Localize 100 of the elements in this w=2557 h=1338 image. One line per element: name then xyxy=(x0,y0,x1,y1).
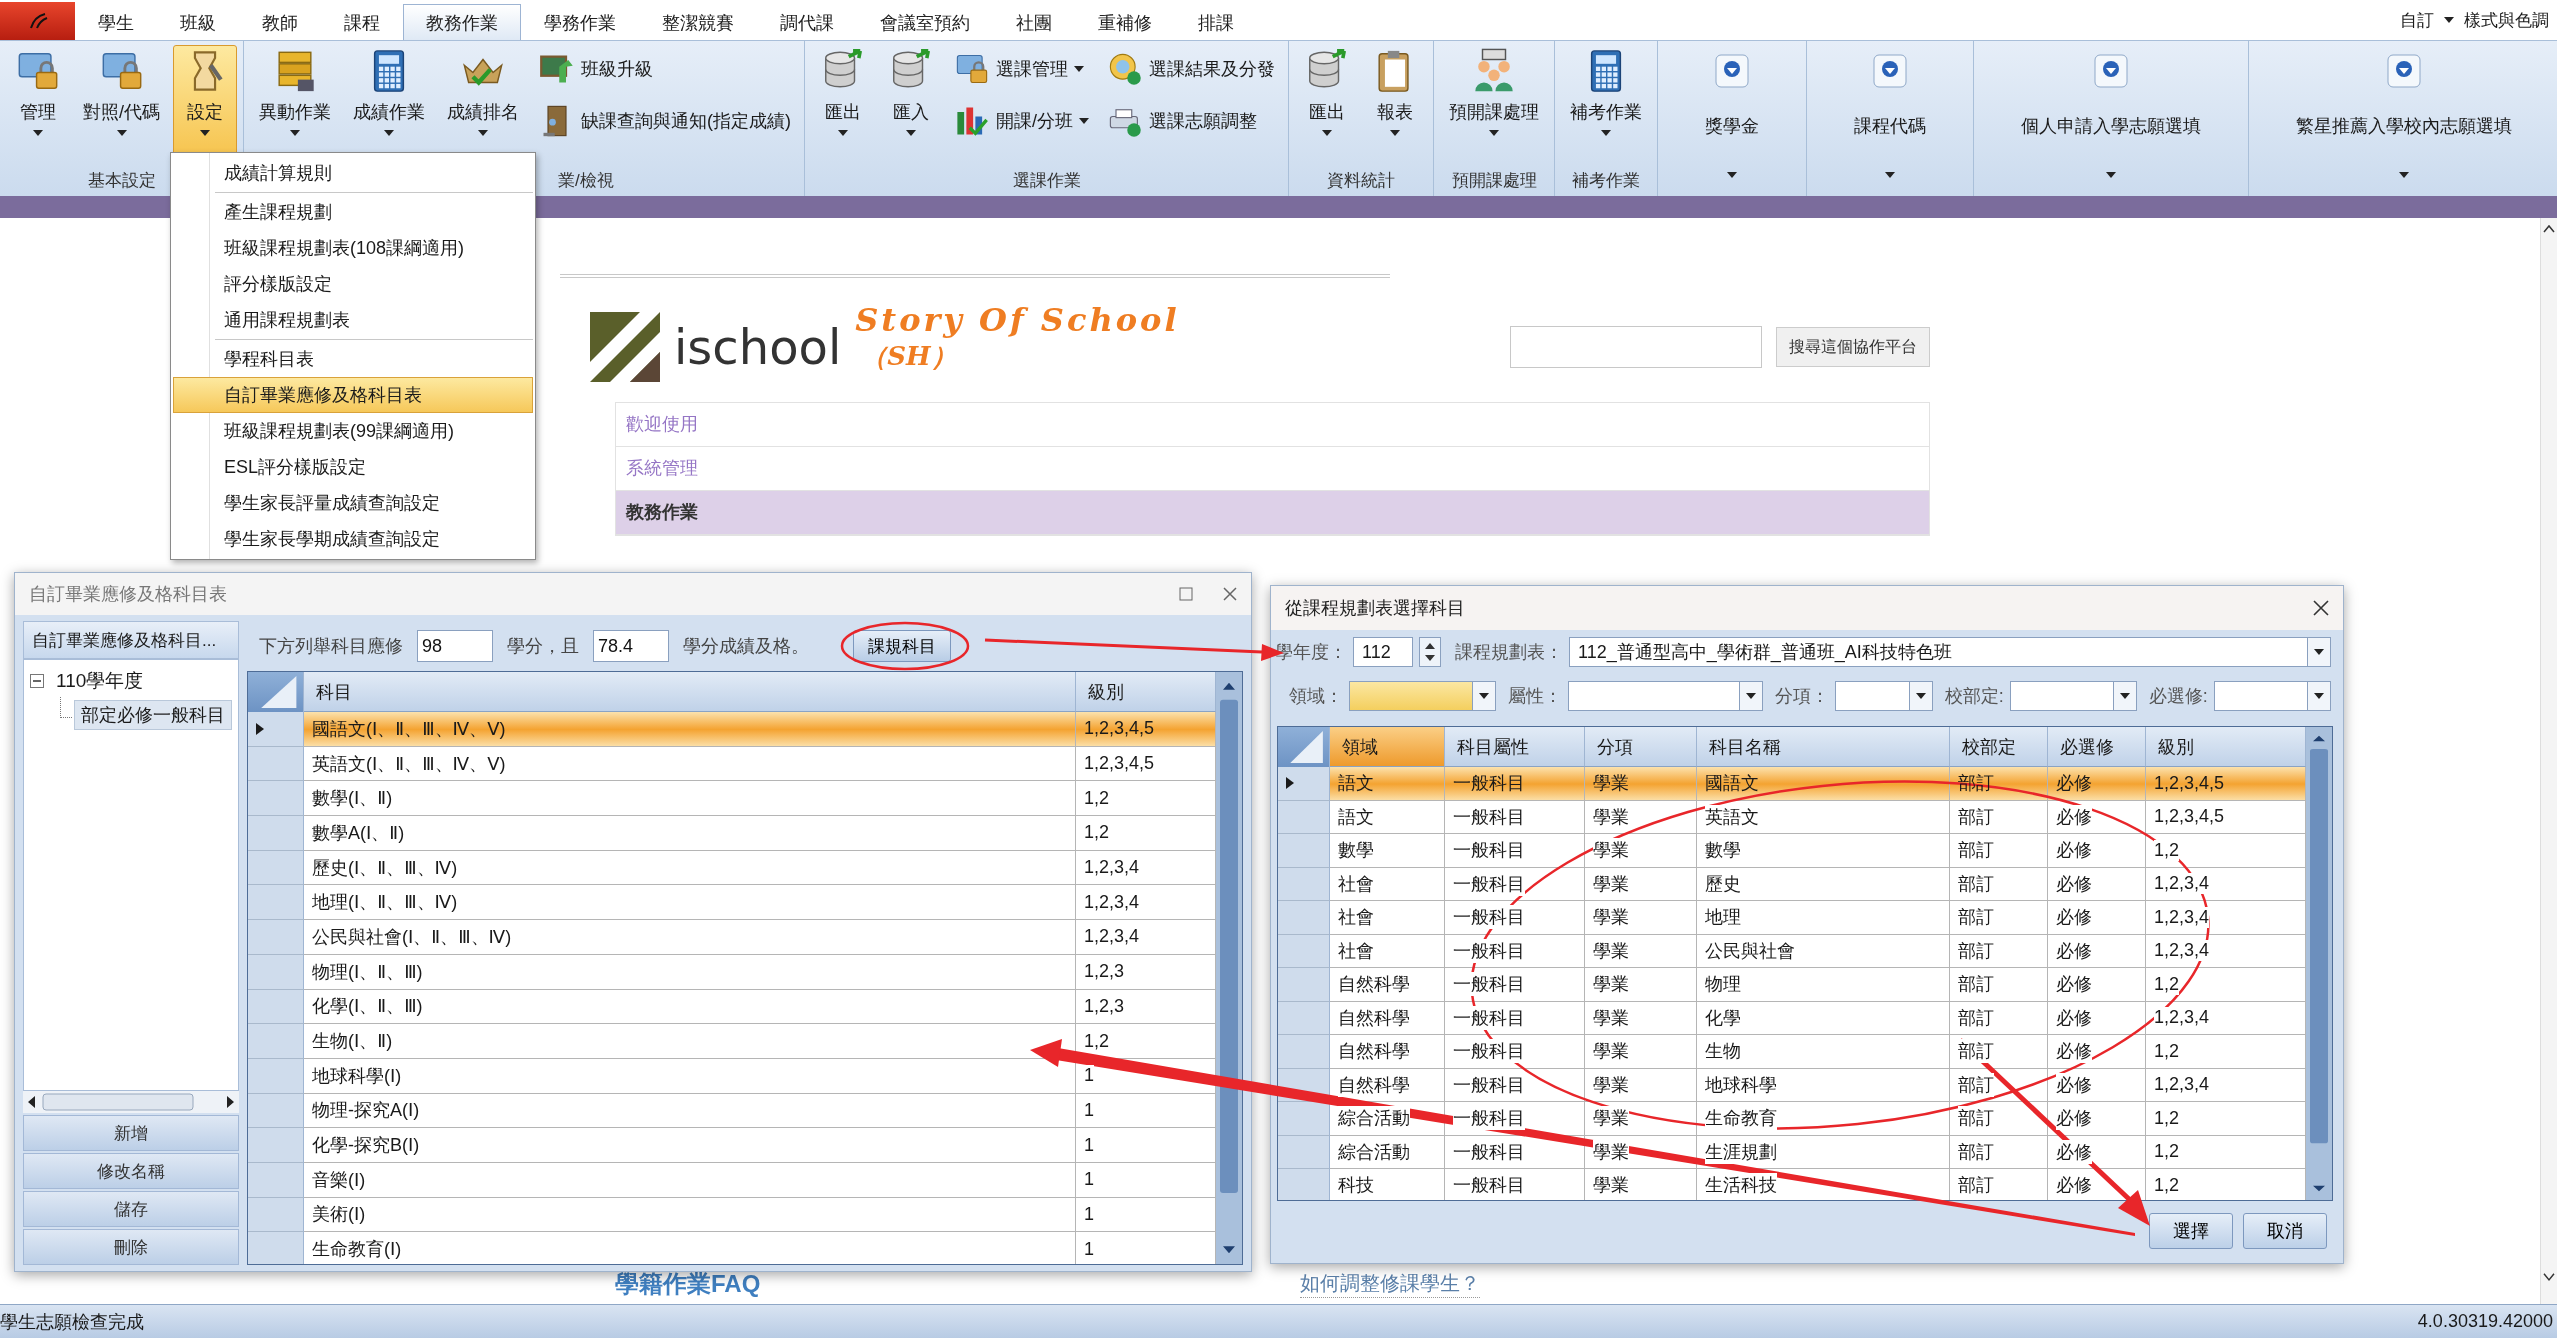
close-icon[interactable] xyxy=(1223,587,1237,601)
ribbon-button[interactable]: 報表 xyxy=(1363,45,1428,163)
table-row[interactable]: 綜合活動 一般科目 學業 生涯規劃 部訂 必修 1,2 xyxy=(1278,1135,2306,1169)
table-row[interactable]: 地理(Ⅰ、Ⅱ、Ⅲ、Ⅳ) 1,2,3,4 xyxy=(248,885,1216,921)
menu-item[interactable]: 學生家長評量成績查詢設定 xyxy=(173,485,533,521)
ribbon-button[interactable]: 預開課處理 xyxy=(1440,45,1549,163)
ribbon-button[interactable]: 管理 xyxy=(6,45,70,163)
table-row[interactable]: 數學A(Ⅰ、Ⅱ) 1,2 xyxy=(248,816,1216,851)
ribbon-tab[interactable]: 學務作業 xyxy=(521,4,639,40)
panel-button[interactable]: 新增 xyxy=(23,1115,239,1151)
table-row[interactable]: 公民與社會(Ⅰ、Ⅱ、Ⅲ、Ⅳ) 1,2,3,4 xyxy=(248,920,1216,955)
plan-dropdown[interactable]: 112_普通型高中_學術群_普通班_AI科技特色班 xyxy=(1569,637,2331,667)
ribbon-button[interactable]: 班級升級 xyxy=(532,45,798,93)
nav-link[interactable]: 教務作業 xyxy=(616,491,1929,535)
table-row[interactable]: 社會 一般科目 學業 歷史 部訂 必修 1,2,3,4 xyxy=(1278,867,2306,901)
ribbon-tab[interactable]: 會議室預約 xyxy=(857,4,993,40)
search-button[interactable]: 搜尋這個協作平台 xyxy=(1776,327,1930,367)
row-header[interactable] xyxy=(248,712,304,747)
horizontal-scrollbar[interactable] xyxy=(23,1091,239,1113)
tree-item[interactable]: 110學年度 xyxy=(50,666,150,696)
ribbon-button[interactable]: 開課/分班 xyxy=(947,97,1097,145)
course-subjects-button[interactable]: 課規科目 xyxy=(853,630,951,662)
menu-item[interactable]: ESL評分樣版設定 xyxy=(173,449,533,485)
ribbon-tab[interactable]: 整潔競賽 xyxy=(639,4,757,40)
close-icon[interactable] xyxy=(2313,600,2329,616)
table-row[interactable]: 自然科學 一般科目 學業 生物 部訂 必修 1,2 xyxy=(1278,1035,2306,1069)
ribbon-tab[interactable]: 教師 xyxy=(239,4,321,40)
ribbon-tab[interactable]: 教務作業 xyxy=(403,4,521,40)
table-row[interactable]: 社會 一般科目 學業 公民與社會 部訂 必修 1,2,3,4 xyxy=(1278,934,2306,968)
page-scrollbar[interactable] xyxy=(2540,218,2557,1304)
menu-item[interactable]: 學生家長學期成績查詢設定 xyxy=(173,521,533,557)
ribbon-tab[interactable]: 社團 xyxy=(993,4,1075,40)
panel-button[interactable]: 儲存 xyxy=(23,1191,239,1227)
table-row[interactable]: 物理(Ⅰ、Ⅱ、Ⅲ) 1,2,3 xyxy=(248,954,1216,990)
credits-field[interactable]: 98 xyxy=(417,630,493,662)
menu-item[interactable]: 班級課程規劃表(108課綱適用) xyxy=(173,230,533,266)
column-header[interactable]: 領域 xyxy=(1330,727,1445,767)
menu-item[interactable]: 評分樣版設定 xyxy=(173,266,533,302)
table-row[interactable]: 生物(Ⅰ、Ⅱ) 1,2 xyxy=(248,1024,1216,1059)
ribbon-button[interactable]: 補考作業 xyxy=(1561,45,1652,163)
table-row[interactable]: 自然科學 一般科目 學業 化學 部訂 必修 1,2,3,4 xyxy=(1278,1001,2306,1035)
table-row[interactable]: 物理-探究A(Ⅰ) 1 xyxy=(248,1093,1216,1129)
ribbon-button[interactable]: 繁星推薦入學校內志願選填 xyxy=(2255,45,2554,191)
filter-dropdown[interactable] xyxy=(1567,681,1763,711)
page-link[interactable]: 如何調整修課學生？ xyxy=(1300,1270,1481,1298)
table-row[interactable]: 美術(Ⅰ) 1 xyxy=(248,1197,1216,1233)
menu-item[interactable]: 學程科目表 xyxy=(173,341,533,377)
ribbon-button[interactable]: 課程代碼 xyxy=(1813,45,1968,191)
ribbon-tab[interactable]: 重補修 xyxy=(1075,4,1175,40)
table-row[interactable]: 國語文(Ⅰ、Ⅱ、Ⅲ、Ⅳ、Ⅴ) 1,2,3,4,5 xyxy=(248,712,1216,747)
table-row[interactable]: 綜合活動 一般科目 學業 生命教育 部訂 必修 1,2 xyxy=(1278,1102,2306,1136)
theme-menu[interactable]: 樣式與色調 xyxy=(2464,8,2549,32)
vertical-scrollbar[interactable] xyxy=(2306,727,2332,1200)
tree-item[interactable]: 部定必修一般科目 xyxy=(74,700,232,730)
filter-dropdown[interactable] xyxy=(1349,681,1496,711)
filter-dropdown[interactable] xyxy=(1834,681,1933,711)
maximize-icon[interactable] xyxy=(1179,587,1193,601)
app-menu-button[interactable] xyxy=(0,2,75,40)
nav-link[interactable]: 歡迎使用 xyxy=(616,403,1929,447)
table-row[interactable]: 數學 一般科目 學業 數學 部訂 必修 1,2 xyxy=(1278,834,2306,868)
ribbon-button[interactable]: 對照/代碼 xyxy=(74,45,169,163)
table-row[interactable]: 地球科學(Ⅰ) 1 xyxy=(248,1058,1216,1094)
table-row[interactable]: 歷史(Ⅰ、Ⅱ、Ⅲ、Ⅳ) 1,2,3,4 xyxy=(248,850,1216,886)
menu-item[interactable]: 自訂畢業應修及格科目表 xyxy=(173,377,533,413)
ribbon-button[interactable]: 選課志願調整 xyxy=(1100,97,1283,145)
panel-button[interactable]: 修改名稱 xyxy=(23,1153,239,1189)
ribbon-tab[interactable]: 學生 xyxy=(75,4,157,40)
ribbon-tab[interactable]: 班級 xyxy=(157,4,239,40)
search-field[interactable] xyxy=(1510,326,1762,368)
ribbon-tab[interactable]: 排課 xyxy=(1175,4,1257,40)
ribbon-button[interactable]: 匯出 xyxy=(811,45,875,163)
score-field[interactable]: 78.4 xyxy=(593,630,669,662)
ribbon-button[interactable]: 個人申請入學志願選填 xyxy=(1980,45,2243,191)
ribbon-tab[interactable]: 課程 xyxy=(321,4,403,40)
collapse-icon[interactable] xyxy=(30,674,44,688)
table-row[interactable]: 社會 一般科目 學業 地理 部訂 必修 1,2,3,4 xyxy=(1278,901,2306,935)
dialog-button[interactable]: 選擇 xyxy=(2149,1213,2233,1249)
ribbon-button[interactable]: 缺課查詢與通知(指定成績) xyxy=(532,97,798,145)
ribbon-button[interactable]: 匯出 xyxy=(1295,45,1360,163)
page-link[interactable]: 學籍作業FAQ xyxy=(615,1268,761,1300)
ribbon-button[interactable]: 獎學金 xyxy=(1664,45,1801,191)
ribbon-button[interactable]: 匯入 xyxy=(879,45,943,163)
table-row[interactable]: 自然科學 一般科目 學業 地球科學 部訂 必修 1,2,3,4 xyxy=(1278,1068,2306,1102)
ribbon-tab[interactable]: 調代課 xyxy=(757,4,857,40)
year-field[interactable]: 112 xyxy=(1353,637,1413,667)
spin-buttons[interactable] xyxy=(1419,637,1441,667)
filter-dropdown[interactable] xyxy=(2009,681,2137,711)
table-row[interactable]: 生命教育(Ⅰ) 1 xyxy=(248,1232,1216,1264)
table-row[interactable]: 語文 一般科目 學業 英語文 部訂 必修 1,2,3,4,5 xyxy=(1278,800,2306,834)
ribbon-button[interactable]: 選課結果及分發 xyxy=(1100,45,1283,93)
vertical-scrollbar[interactable] xyxy=(1216,672,1242,1264)
table-row[interactable]: 音樂(Ⅰ) 1 xyxy=(248,1162,1216,1198)
table-row[interactable]: 化學(Ⅰ、Ⅱ、Ⅲ) 1,2,3 xyxy=(248,989,1216,1025)
table-row[interactable]: 英語文(Ⅰ、Ⅱ、Ⅲ、Ⅳ、Ⅴ) 1,2,3,4,5 xyxy=(248,746,1216,782)
table-row[interactable]: 數學(Ⅰ、Ⅱ) 1,2 xyxy=(248,781,1216,817)
table-row[interactable]: 化學-探究B(Ⅰ) 1 xyxy=(248,1128,1216,1163)
menu-item[interactable]: 班級課程規劃表(99課綱適用) xyxy=(173,413,533,449)
table-row[interactable]: 科技 一般科目 學業 生活科技 部訂 必修 1,2 xyxy=(1278,1169,2306,1200)
menu-item[interactable]: 通用課程規劃表 xyxy=(173,302,533,338)
row-header[interactable] xyxy=(1278,767,1330,801)
